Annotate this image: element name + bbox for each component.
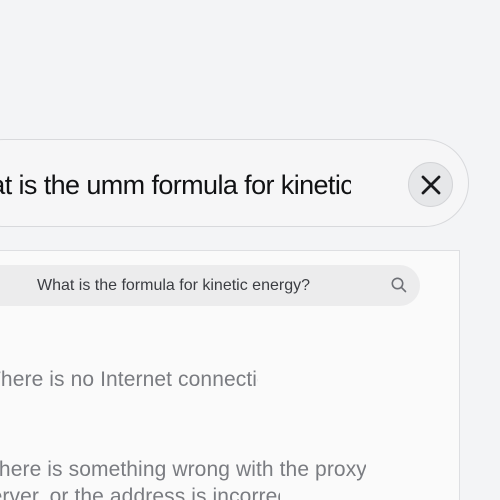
screen: What is the umm formula for kinetic ener… [0,0,500,500]
search-icon[interactable] [390,276,408,294]
query-text: What is the umm formula for kinetic ener… [0,170,351,200]
search-input-value: What is the formula for kinetic energy? [36,277,310,294]
error-message-line: There is something wrong with the proxy [0,458,366,481]
close-button[interactable] [408,162,453,207]
search-input[interactable]: What is the formula for kinetic energy? [0,265,420,306]
error-message-line: server, or the address is incorrect. [0,485,280,500]
close-icon [421,175,440,194]
query-pill: What is the umm formula for kinetic ener… [0,139,469,227]
error-message-line: There is no Internet connection [0,368,258,391]
